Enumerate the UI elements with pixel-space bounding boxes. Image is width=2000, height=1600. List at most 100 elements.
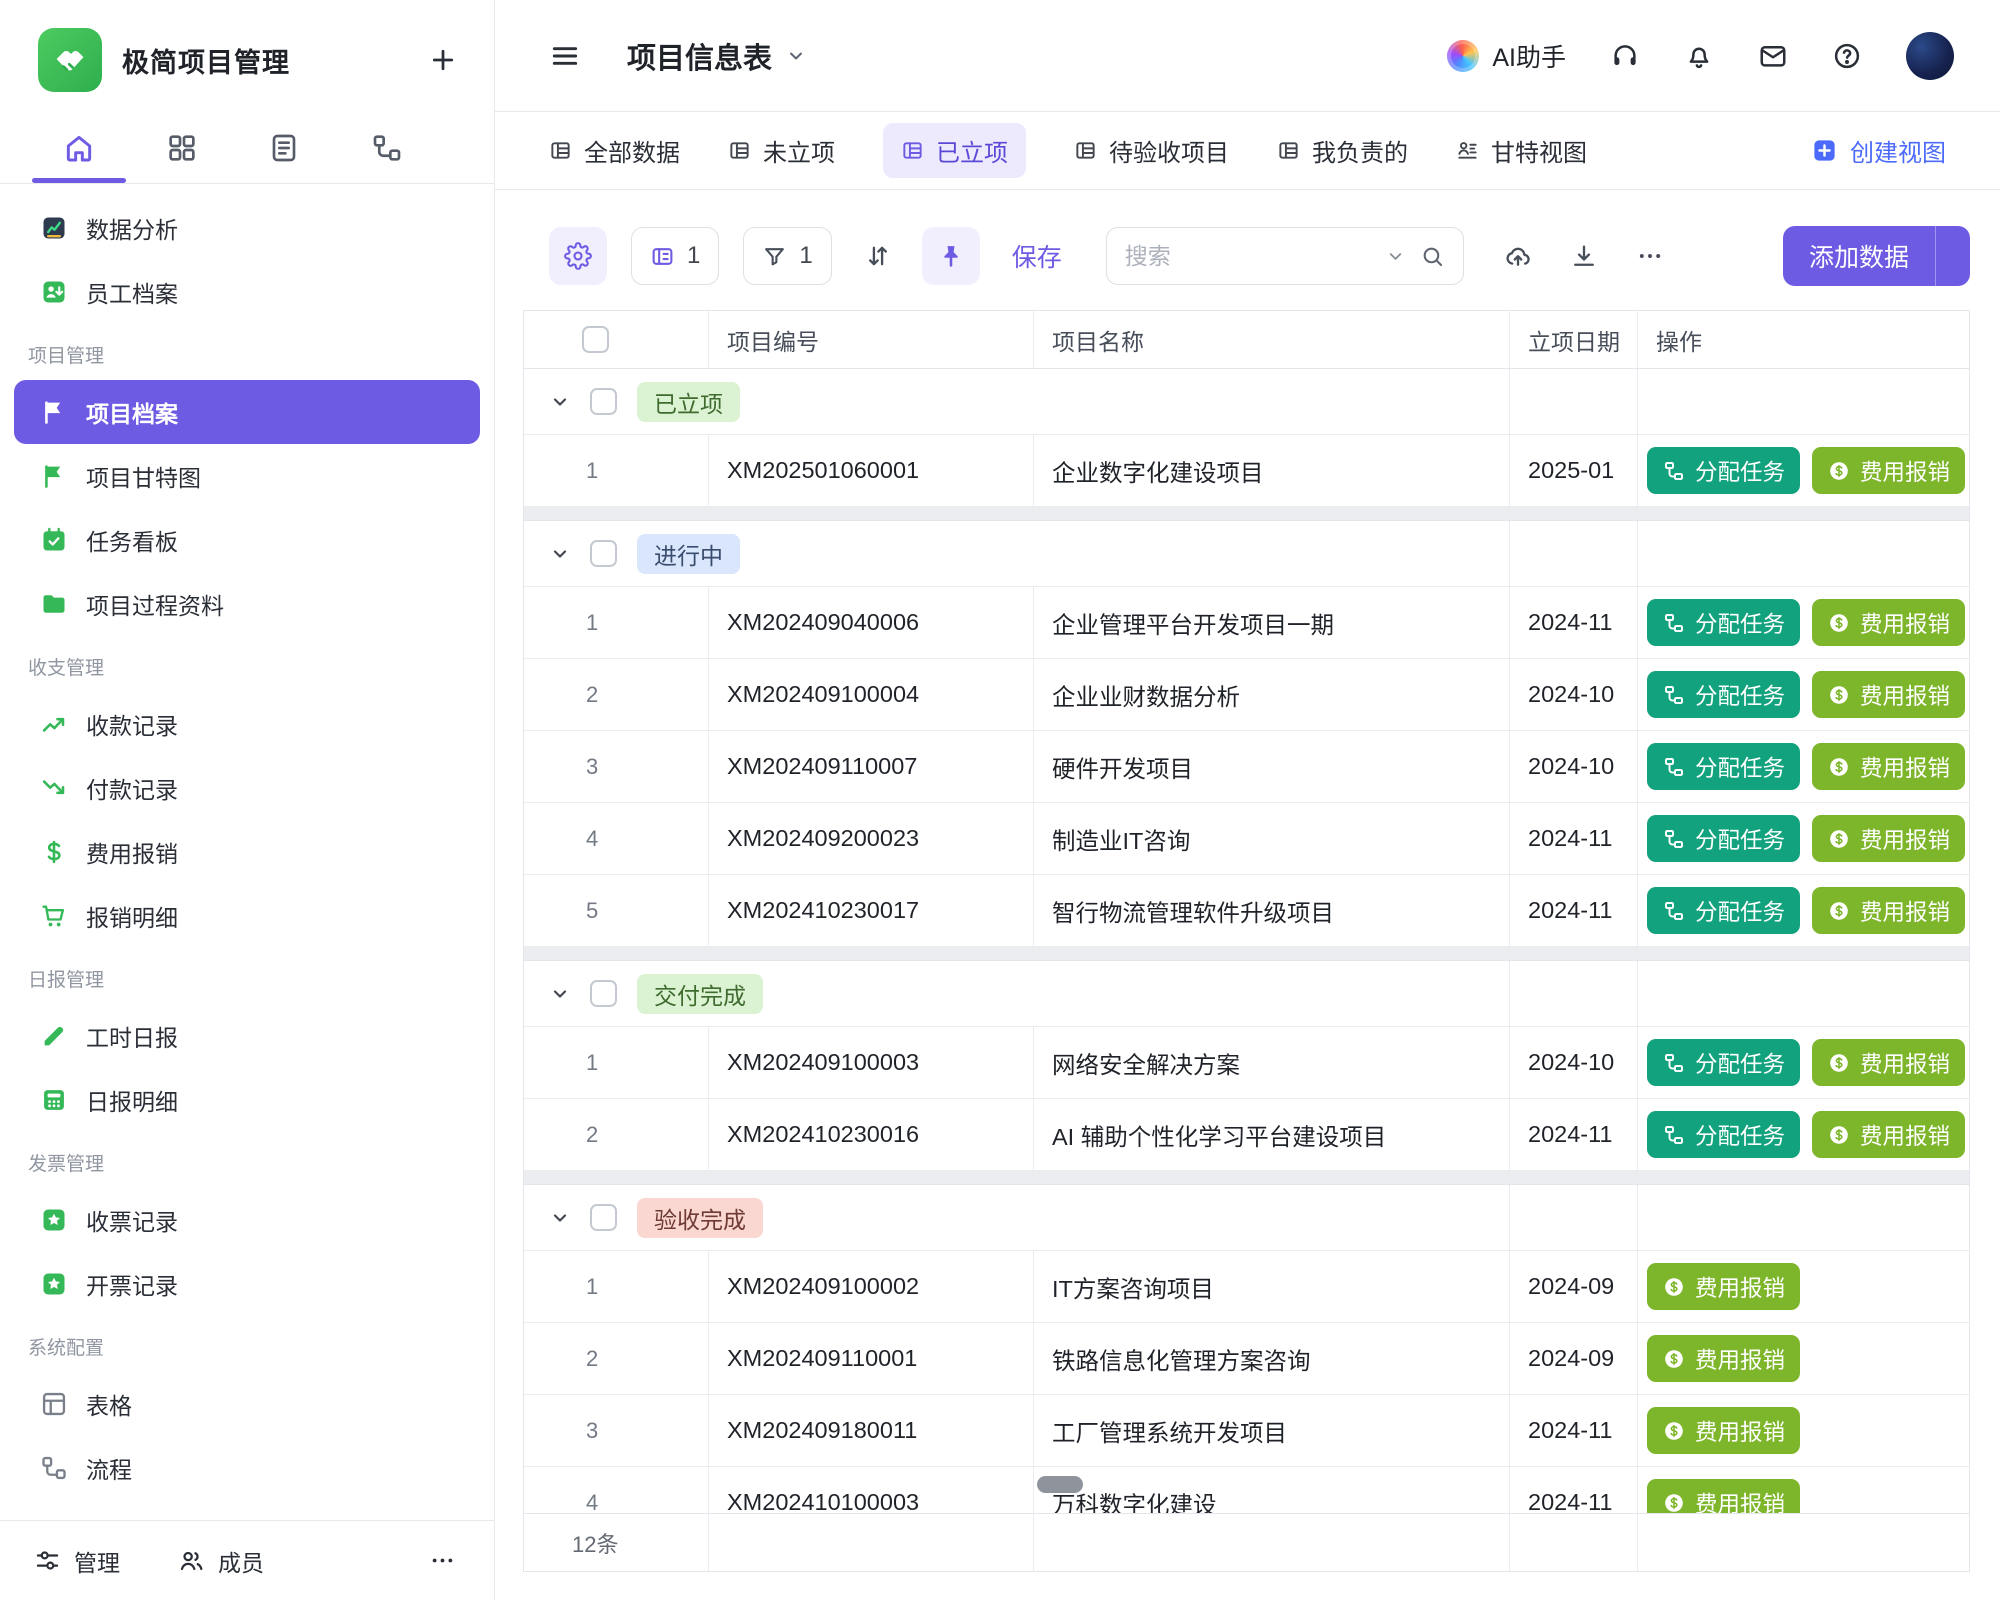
expense-button[interactable]: 费用报销: [1812, 447, 1965, 494]
project-name-cell[interactable]: IT方案咨询项目: [1034, 1251, 1510, 1322]
table-row[interactable]: 1XM202501060001企业数字化建设项目2025-01分配任务费用报销: [524, 435, 1969, 507]
project-name-cell[interactable]: 企业管理平台开发项目一期: [1034, 587, 1510, 658]
project-date-cell[interactable]: 2024-10: [1510, 731, 1638, 802]
project-name-cell[interactable]: 制造业IT咨询: [1034, 803, 1510, 874]
expense-button[interactable]: 费用报销: [1647, 1335, 1800, 1382]
workspace-tab-home[interactable]: [28, 112, 131, 183]
save-button[interactable]: 保存: [1012, 238, 1062, 274]
sidebar-item[interactable]: 开票记录: [14, 1252, 480, 1316]
project-date-cell[interactable]: 2024-10: [1510, 659, 1638, 730]
project-name-cell[interactable]: 铁路信息化管理方案咨询: [1034, 1323, 1510, 1394]
expense-button[interactable]: 费用报销: [1812, 1111, 1965, 1158]
project-code-cell[interactable]: XM202409040006: [709, 587, 1034, 658]
project-code-cell[interactable]: XM202410230016: [709, 1099, 1034, 1170]
project-date-cell[interactable]: 2024-09: [1510, 1323, 1638, 1394]
inbox-mail-icon[interactable]: [1758, 41, 1788, 71]
project-date-cell[interactable]: 2024-11: [1510, 875, 1638, 946]
project-code-cell[interactable]: XM202501060001: [709, 435, 1034, 506]
help-icon[interactable]: [1832, 41, 1862, 71]
project-name-cell[interactable]: 网络安全解决方案: [1034, 1027, 1510, 1098]
more-options-icon[interactable]: [429, 1547, 456, 1574]
project-name-cell[interactable]: 智行物流管理软件升级项目: [1034, 875, 1510, 946]
add-workspace-icon[interactable]: [428, 45, 458, 75]
ai-assistant-button[interactable]: AI助手: [1447, 38, 1566, 74]
project-name-cell[interactable]: 企业业财数据分析: [1034, 659, 1510, 730]
filter-button[interactable]: 1: [743, 227, 831, 285]
sidebar-item[interactable]: 表格: [14, 1372, 480, 1436]
project-date-cell[interactable]: 2024-11: [1510, 803, 1638, 874]
project-date-cell[interactable]: 2024-09: [1510, 1251, 1638, 1322]
sidebar-item[interactable]: 日报明细: [14, 1068, 480, 1132]
horizontal-scrollbar-thumb[interactable]: [1037, 1476, 1083, 1493]
assign-task-button[interactable]: 分配任务: [1647, 599, 1800, 646]
table-row[interactable]: 2XM202410230016AI 辅助个性化学习平台建设项目2024-11分配…: [524, 1099, 1969, 1171]
project-date-cell[interactable]: 2025-01: [1510, 435, 1638, 506]
project-name-cell[interactable]: 万科数字化建设: [1034, 1467, 1510, 1513]
table-row[interactable]: 3XM202409180011工厂管理系统开发项目2024-11费用报销: [524, 1395, 1969, 1467]
search-input[interactable]: [1125, 243, 1371, 270]
table-row[interactable]: 1XM202409040006企业管理平台开发项目一期2024-11分配任务费用…: [524, 587, 1969, 659]
project-date-cell[interactable]: 2024-11: [1510, 1467, 1638, 1513]
sidebar-item[interactable]: 数据分析: [14, 196, 480, 260]
search-icon[interactable]: [1420, 244, 1445, 269]
pin-button[interactable]: [922, 227, 980, 285]
table-row[interactable]: 2XM202409110001铁路信息化管理方案咨询2024-09费用报销: [524, 1323, 1969, 1395]
project-code-cell[interactable]: XM202409110007: [709, 731, 1034, 802]
sidebar-item[interactable]: 工时日报: [14, 1004, 480, 1068]
search-scope-chevron-icon[interactable]: [1386, 247, 1405, 266]
view-tab[interactable]: 未立项: [728, 133, 835, 168]
project-name-cell[interactable]: 工厂管理系统开发项目: [1034, 1395, 1510, 1466]
expense-button[interactable]: 费用报销: [1647, 1263, 1800, 1310]
sidebar-item[interactable]: 流程: [14, 1436, 480, 1500]
expense-button[interactable]: 费用报销: [1812, 599, 1965, 646]
create-view-tab[interactable]: 创建视图: [1811, 133, 1946, 168]
import-upload-icon[interactable]: [1504, 242, 1532, 270]
support-headset-icon[interactable]: [1610, 41, 1640, 71]
assign-task-button[interactable]: 分配任务: [1647, 743, 1800, 790]
expense-button[interactable]: 费用报销: [1812, 887, 1965, 934]
expense-button[interactable]: 费用报销: [1647, 1479, 1800, 1513]
sidebar-item[interactable]: 费用报销: [14, 820, 480, 884]
assign-task-button[interactable]: 分配任务: [1647, 671, 1800, 718]
project-code-cell[interactable]: XM202409100004: [709, 659, 1034, 730]
project-code-cell[interactable]: XM202410100003: [709, 1467, 1034, 1513]
table-row[interactable]: 4XM202410100003万科数字化建设2024-11费用报销: [524, 1467, 1969, 1513]
expense-button[interactable]: 费用报销: [1812, 671, 1965, 718]
project-date-cell[interactable]: 2024-11: [1510, 1099, 1638, 1170]
column-header-code[interactable]: 项目编号: [709, 311, 1034, 368]
column-header-name[interactable]: 项目名称: [1034, 311, 1510, 368]
project-name-cell[interactable]: AI 辅助个性化学习平台建设项目: [1034, 1099, 1510, 1170]
sidebar-item[interactable]: 项目档案: [14, 380, 480, 444]
view-tab[interactable]: 待验收项目: [1074, 133, 1229, 168]
project-date-cell[interactable]: 2024-10: [1510, 1027, 1638, 1098]
project-code-cell[interactable]: XM202409200023: [709, 803, 1034, 874]
project-code-cell[interactable]: XM202409110001: [709, 1323, 1034, 1394]
group-checkbox[interactable]: [590, 1204, 617, 1231]
export-download-icon[interactable]: [1570, 242, 1598, 270]
view-tab[interactable]: 全部数据: [549, 133, 680, 168]
project-name-cell[interactable]: 企业数字化建设项目: [1034, 435, 1510, 506]
view-tab[interactable]: 我负责的: [1277, 133, 1408, 168]
table-row[interactable]: 3XM202409110007硬件开发项目2024-10分配任务费用报销: [524, 731, 1969, 803]
project-date-cell[interactable]: 2024-11: [1510, 1395, 1638, 1466]
field-config-button[interactable]: 1: [631, 227, 719, 285]
members-button[interactable]: 成员: [178, 1544, 264, 1578]
toolbar-more-icon[interactable]: [1636, 242, 1664, 270]
group-checkbox[interactable]: [590, 540, 617, 567]
group-checkbox[interactable]: [590, 980, 617, 1007]
notifications-bell-icon[interactable]: [1684, 41, 1714, 71]
workspace-tab-doc[interactable]: [233, 112, 336, 183]
view-tab[interactable]: 甘特视图: [1456, 133, 1587, 168]
expense-button[interactable]: 费用报销: [1647, 1407, 1800, 1454]
expense-button[interactable]: 费用报销: [1812, 1039, 1965, 1086]
sidebar-item[interactable]: 任务看板: [14, 508, 480, 572]
page-title-group[interactable]: 项目信息表: [627, 35, 806, 77]
table-row[interactable]: 4XM202409200023制造业IT咨询2024-11分配任务费用报销: [524, 803, 1969, 875]
project-code-cell[interactable]: XM202410230017: [709, 875, 1034, 946]
assign-task-button[interactable]: 分配任务: [1647, 1111, 1800, 1158]
expense-button[interactable]: 费用报销: [1812, 743, 1965, 790]
assign-task-button[interactable]: 分配任务: [1647, 447, 1800, 494]
settings-button[interactable]: [549, 227, 607, 285]
sidebar-item[interactable]: 收款记录: [14, 692, 480, 756]
project-code-cell[interactable]: XM202409180011: [709, 1395, 1034, 1466]
